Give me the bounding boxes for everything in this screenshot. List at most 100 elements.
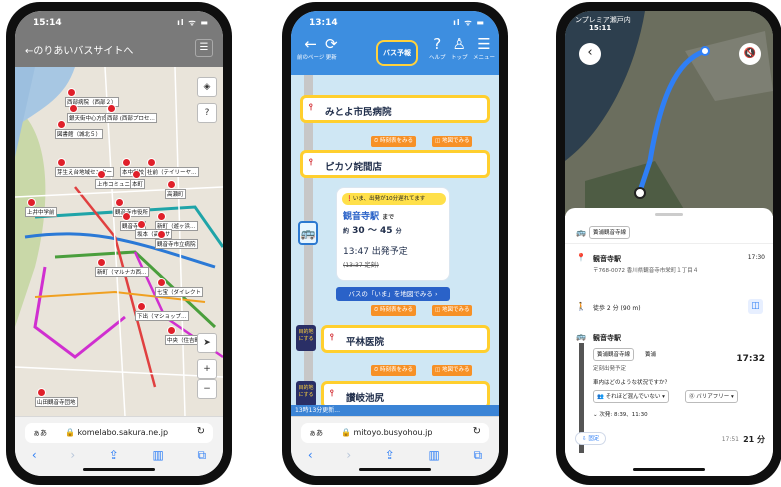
reload-icon[interactable]: ↻ [473, 426, 481, 437]
bus-stop-label[interactable]: 七宝（ダイレクト [155, 287, 204, 297]
timetable-button[interactable]: ⏲ 時刻表をみる [371, 136, 417, 147]
crowd-dropdown[interactable]: 👥 それほど混んでいない ▾ [593, 390, 669, 403]
bus-stop-pin[interactable] [122, 158, 131, 167]
menu-button[interactable]: ☰ メニュー [473, 35, 495, 61]
bus-stop-label[interactable]: 本町 [130, 179, 146, 189]
help-icon[interactable]: ? [197, 103, 217, 123]
bus-stop-icon: ⫯ [330, 389, 334, 399]
timetable-button[interactable]: ⏲ 時刻表をみる [371, 305, 417, 316]
stop-card[interactable]: ⫯ ピカソ詫間店 [300, 150, 490, 178]
back-icon[interactable]: ‹ [308, 448, 313, 463]
refresh-button[interactable]: ⟳ 更新 [325, 35, 338, 61]
bus-stop-pin[interactable] [137, 302, 146, 311]
bus-stop-label[interactable]: 坂本（高松サ [135, 229, 173, 239]
tabs-icon[interactable]: ⧉ [198, 448, 207, 463]
walking-icon: 🚶 [576, 302, 586, 311]
layers-icon[interactable]: ◈ [197, 77, 217, 97]
bus-stop-icon: ⫯ [309, 103, 313, 113]
top-button[interactable]: ♙ トップ [451, 35, 468, 61]
bus-stop-pin[interactable] [57, 120, 66, 129]
boarding-stop-row: 🚌 観音寺駅 簀浦観音寺線 簀浦 定刻出発予定 17:32 車内はどのような状況… [565, 332, 773, 422]
stop-name: みとよ市民病院 [325, 107, 392, 118]
back-button[interactable]: ← 前のページ [297, 35, 324, 61]
bus-stop-pin[interactable] [97, 258, 106, 267]
bus-stop-label[interactable]: 高瀬町 [165, 189, 186, 199]
pin-button[interactable]: ⇩ 固定 [575, 432, 607, 445]
map-button[interactable]: ◫ 地図でみる [432, 305, 473, 316]
next-departures[interactable]: ⌄ 次発: 8:39、11:30 [593, 410, 648, 418]
bus-stop-label[interactable]: 観音寺市立病院 [155, 239, 198, 249]
bus-stop-pin[interactable] [167, 180, 176, 189]
barrier-label: バリアフリー ▾ [696, 394, 734, 400]
forward-icon[interactable]: › [346, 448, 351, 463]
bus-stop-pin[interactable] [122, 212, 131, 221]
scheduled-text: 定刻出発予定 [593, 366, 627, 372]
zoom-out-button[interactable]: − [197, 379, 217, 399]
bus-stop-label[interactable]: 下出（マショップ… [135, 311, 189, 321]
stop-card[interactable]: ⫯ みとよ市民病院 [300, 95, 490, 123]
bus-stop-pin[interactable] [157, 212, 166, 221]
bus-stop-pin[interactable] [157, 230, 166, 239]
bus-stop-pin[interactable] [67, 88, 76, 97]
reload-icon[interactable]: ↻ [197, 426, 205, 437]
set-destination-tag[interactable]: 目的地にする [296, 381, 316, 407]
satellite-map[interactable]: ンプレミア瀬戸内 15:11 ‹ 🔇 [565, 11, 773, 216]
address-bar[interactable]: ぁあ 🔒 komelabo.sakura.ne.jp ↻ [25, 423, 213, 443]
summary-row: ⇩ 固定 17:51 21 分 [565, 430, 773, 450]
menu-icon[interactable]: ☰ [195, 39, 213, 57]
set-destination-tag[interactable]: 目的地にする [296, 325, 316, 351]
help-button[interactable]: ? ヘルプ [429, 35, 446, 61]
bus-stop-pin[interactable] [57, 158, 66, 167]
bus-stop-label[interactable]: 社前（テイリーヤ… [145, 167, 199, 177]
delay-info-card: ❗いま、出発が10分遅れてます 観音寺駅 まで 約 30 ～ 45 分 13:4… [336, 187, 450, 281]
reader-aa-button[interactable]: ぁあ [33, 428, 47, 438]
bus-stop-pin[interactable] [167, 326, 176, 335]
reader-aa-button[interactable]: ぁあ [309, 428, 323, 438]
walk-text: 徒歩 2 分 (90 m) [593, 305, 641, 312]
locate-icon[interactable]: ➤ [197, 333, 217, 353]
origin-stop-row[interactable]: 📍 観音寺駅 17:30 〒768-0072 香川県観音寺市栄町１丁目４ [565, 252, 773, 282]
bus-stop-pin[interactable] [69, 104, 78, 113]
bus-stop-label[interactable]: 上井中学前 [25, 207, 57, 217]
bus-stop-pin[interactable] [97, 170, 106, 179]
bus-stop-label[interactable]: 銀天街中心方向 [67, 113, 110, 123]
bus-now-map-button[interactable]: バスの「いま」を地図でみる › [336, 287, 450, 301]
bus-stop-pin[interactable] [37, 388, 46, 397]
stop-card[interactable]: ⫯ 平林医院 [321, 325, 490, 353]
bus-stop-label[interactable]: 観音寺市役所 [113, 207, 151, 217]
bus-stop-pin[interactable] [115, 198, 124, 207]
sheet-handle[interactable] [655, 213, 683, 216]
phone-2-screen: 13:14 ıl ᯤ ▬ ← 前のページ ⟳ 更新 バス予報 ? ヘルプ ♙ トップ ☰… [291, 11, 499, 476]
share-icon[interactable]: ⇪ [109, 448, 119, 463]
bus-stop-pin[interactable] [107, 104, 116, 113]
map-terrain [565, 11, 773, 216]
bus-yoho-logo[interactable]: バス予報 [376, 40, 418, 66]
bus-stop-label[interactable]: 新町（マルナカ西… [95, 267, 149, 277]
bookmarks-icon[interactable]: ▥ [429, 448, 440, 463]
barrier-free-dropdown[interactable]: ⓪ バリアフリー ▾ [685, 390, 738, 403]
bus-stop-pin[interactable] [147, 158, 156, 167]
address-bar[interactable]: ぁあ 🔒 mitoyo.busyohou.jp ↻ [301, 423, 489, 443]
sound-off-icon[interactable]: 🔇 [739, 43, 761, 65]
bus-stop-label[interactable]: 図書館（城北５） [55, 129, 104, 139]
bus-stop-pin[interactable] [157, 278, 166, 287]
tabs-icon[interactable]: ⧉ [474, 448, 483, 463]
bus-route-map[interactable]: 西部病院（西部２） 銀天街中心方向 西部 (西部プロセ… 図書館（城北５） 芽生え台地域… [15, 67, 223, 416]
forward-icon[interactable]: › [70, 448, 75, 463]
back-icon[interactable]: ‹ [32, 448, 37, 463]
bus-stop-pin[interactable] [27, 198, 36, 207]
back-button[interactable]: ‹ [579, 43, 601, 65]
timetable-button[interactable]: ⏲ 時刻表をみる [371, 365, 417, 376]
map-icon[interactable]: ◫ [748, 299, 763, 314]
bus-stop-label[interactable]: 西部 (西部プロセ… [105, 113, 157, 123]
map-button[interactable]: ◫ 地図でみる [432, 136, 473, 147]
pin-icon: ⇩ [582, 436, 587, 442]
bus-stop-label[interactable]: 山田観音寺団地 [35, 397, 78, 407]
zoom-in-button[interactable]: + [197, 359, 217, 379]
bus-stop-pin[interactable] [132, 170, 141, 179]
share-icon[interactable]: ⇪ [385, 448, 395, 463]
back-to-bus-site-link[interactable]: ←のりあいバスサイトへ [25, 42, 133, 57]
bus-stop-pin[interactable] [137, 220, 146, 229]
bookmarks-icon[interactable]: ▥ [153, 448, 164, 463]
map-button[interactable]: ◫ 地図でみる [432, 365, 473, 376]
